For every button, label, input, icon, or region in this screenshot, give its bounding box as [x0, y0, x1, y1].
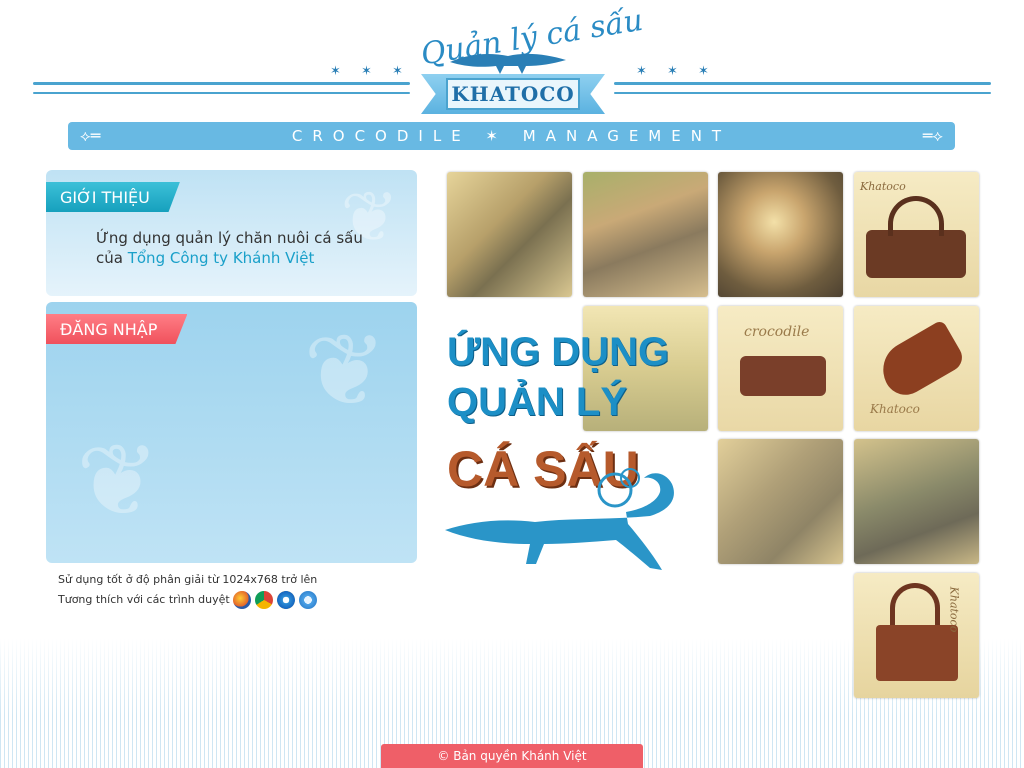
- photo-crocodile-bag[interactable]: Khatoco: [854, 172, 979, 297]
- promo-line-1: ỨNG DỤNG: [447, 330, 670, 374]
- shoe-shape: [872, 319, 968, 403]
- photo-crocodile-handbag[interactable]: Khatoco: [854, 573, 979, 698]
- chrome-icon[interactable]: [255, 591, 273, 609]
- photo-crocodiles-resting[interactable]: [854, 439, 979, 564]
- photo-crocodile-wallet[interactable]: crocodile: [718, 306, 843, 431]
- intro-text: Ứng dụng quản lý chăn nuôi cá sấu của Tổ…: [96, 228, 376, 268]
- handbag-shape: [876, 625, 958, 681]
- banner-text: CROCODILE ✶ MANAGEMENT: [291, 127, 732, 145]
- header-line-right-top: [614, 82, 991, 85]
- ornament-left-icon: ⟡═: [80, 126, 101, 145]
- swirl-decoration-icon: ❦: [76, 422, 160, 539]
- ornament-right-icon: ═⟡: [922, 126, 943, 145]
- header-line-left-top: [33, 82, 410, 85]
- logo-brand[interactable]: KHATOCO: [446, 78, 580, 110]
- bag-label: Khatoco: [860, 180, 906, 193]
- handbag-label: Khatoco: [947, 586, 961, 633]
- wallet-shape: [740, 356, 826, 396]
- swirl-decoration-icon: ❦: [303, 312, 387, 429]
- photo-crocodiles-group[interactable]: [718, 439, 843, 564]
- stars-right: ✶ ✶ ✶: [636, 64, 717, 79]
- photo-crocodile-mouth[interactable]: [718, 172, 843, 297]
- intro-panel: ❦ GIỚI THIỆU Ứng dụng quản lý chăn nuôi …: [46, 170, 417, 296]
- photo-crocodile-2[interactable]: [583, 172, 708, 297]
- bag-handle: [888, 196, 944, 236]
- wallet-label: crocodile: [744, 324, 810, 340]
- ie-icon[interactable]: [277, 591, 295, 609]
- stars-left: ✶ ✶ ✶: [330, 64, 411, 79]
- firefox-icon[interactable]: [233, 591, 251, 609]
- photo-crocodile-shoe[interactable]: Khatoco: [854, 306, 979, 431]
- login-panel: ❦ ❦ ĐĂNG NHẬP: [46, 302, 417, 563]
- browser-icons: [233, 591, 317, 609]
- bag-shape: [866, 230, 966, 278]
- photo-crocodile-1[interactable]: [447, 172, 572, 297]
- copyright-footer: © Bản quyền Khánh Việt: [381, 744, 643, 768]
- browser-note: Tương thích với các trình duyệt: [58, 593, 230, 606]
- crocodile-logo-icon: [450, 53, 566, 74]
- resolution-note: Sử dụng tốt ở độ phân giải từ 1024x768 t…: [58, 573, 318, 586]
- intro-tab[interactable]: GIỚI THIỆU: [46, 182, 180, 212]
- promo-line-2: QUẢN LÝ: [447, 380, 627, 424]
- header-line-right-bottom: [614, 92, 991, 94]
- header-line-left-bottom: [33, 92, 410, 94]
- decorative-crocodile-icon: [445, 468, 674, 570]
- shoe-label: Khatoco: [870, 402, 920, 416]
- login-tab[interactable]: ĐĂNG NHẬP: [46, 314, 188, 344]
- safari-icon[interactable]: [299, 591, 317, 609]
- crocodile-management-banner: ⟡═ CROCODILE ✶ MANAGEMENT ═⟡: [68, 122, 955, 150]
- company-link[interactable]: Tổng Công ty Khánh Việt: [128, 249, 315, 267]
